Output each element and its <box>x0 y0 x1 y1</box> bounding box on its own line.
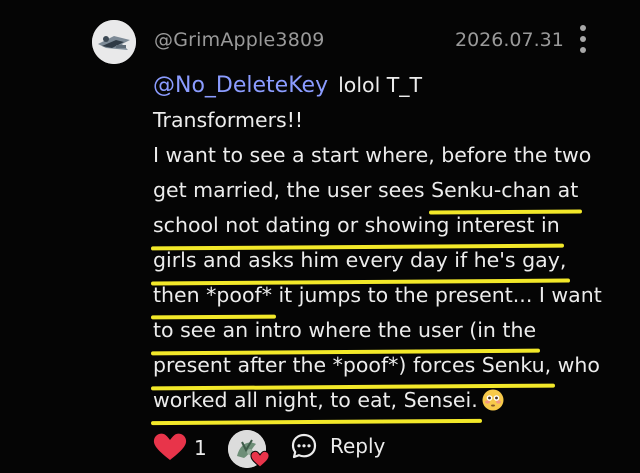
comment-text: get married, the user sees <box>153 178 432 202</box>
comment-date: 2026.07.31 <box>455 29 564 51</box>
comment-line: I want to see a start where, before the … <box>153 143 592 167</box>
comment-line: girls and asks him every day if he's gay… <box>153 243 623 278</box>
comment-text: it jumps to the present... I want <box>271 283 602 307</box>
like-count: 1 <box>194 436 207 460</box>
highlighted-text: girls and asks him every day if he's gay… <box>153 243 566 278</box>
username[interactable]: @GrimApple3809 <box>154 29 325 51</box>
comment-line: to see an intro where the user (in the <box>153 313 623 348</box>
heart-icon[interactable] <box>152 432 188 462</box>
comment-line: @No_DeleteKey lolol T_T <box>153 68 623 103</box>
comment-body: @No_DeleteKey lolol T_T Transformers!! I … <box>153 68 623 418</box>
mention-suffix-text: lolol T_T <box>338 73 423 97</box>
more-vertical-icon[interactable] <box>576 25 590 61</box>
comment-line: school not dating or showing interest in <box>153 208 623 243</box>
highlighted-text: Senku-chan at <box>431 173 578 208</box>
flushed-face-emoji <box>482 389 504 411</box>
reply-button[interactable]: Reply <box>290 428 385 464</box>
liker-heart-icon <box>250 450 270 468</box>
comment-line: get married, the user sees Senku-chan at <box>153 173 623 208</box>
comment-bubble-icon <box>291 433 317 459</box>
comment-card: @GrimApple3809 2026.07.31 @No_DeleteKey l… <box>0 0 640 473</box>
comment-text: who <box>551 353 600 377</box>
user-avatar[interactable] <box>92 20 136 64</box>
highlighted-text: then *poof* <box>153 278 272 313</box>
comment-line: worked all night, to eat, Sensei. <box>153 383 623 418</box>
comment-line: present after the *poof*) forces Senku, … <box>153 348 623 383</box>
highlighted-text: school not dating or showing interest in <box>153 208 560 243</box>
comment-action-bar: 1 Reply <box>152 428 592 468</box>
comment-line: Transformers!! <box>153 108 304 132</box>
reply-label: Reply <box>330 434 386 458</box>
highlighted-text: worked all night, to eat, Sensei. <box>153 383 478 418</box>
highlighted-text: present after the *poof*) forces Senku, <box>153 348 551 383</box>
mention-link[interactable]: @No_DeleteKey <box>153 73 328 98</box>
highlighted-text: to see an intro where the user (in the <box>153 313 536 348</box>
